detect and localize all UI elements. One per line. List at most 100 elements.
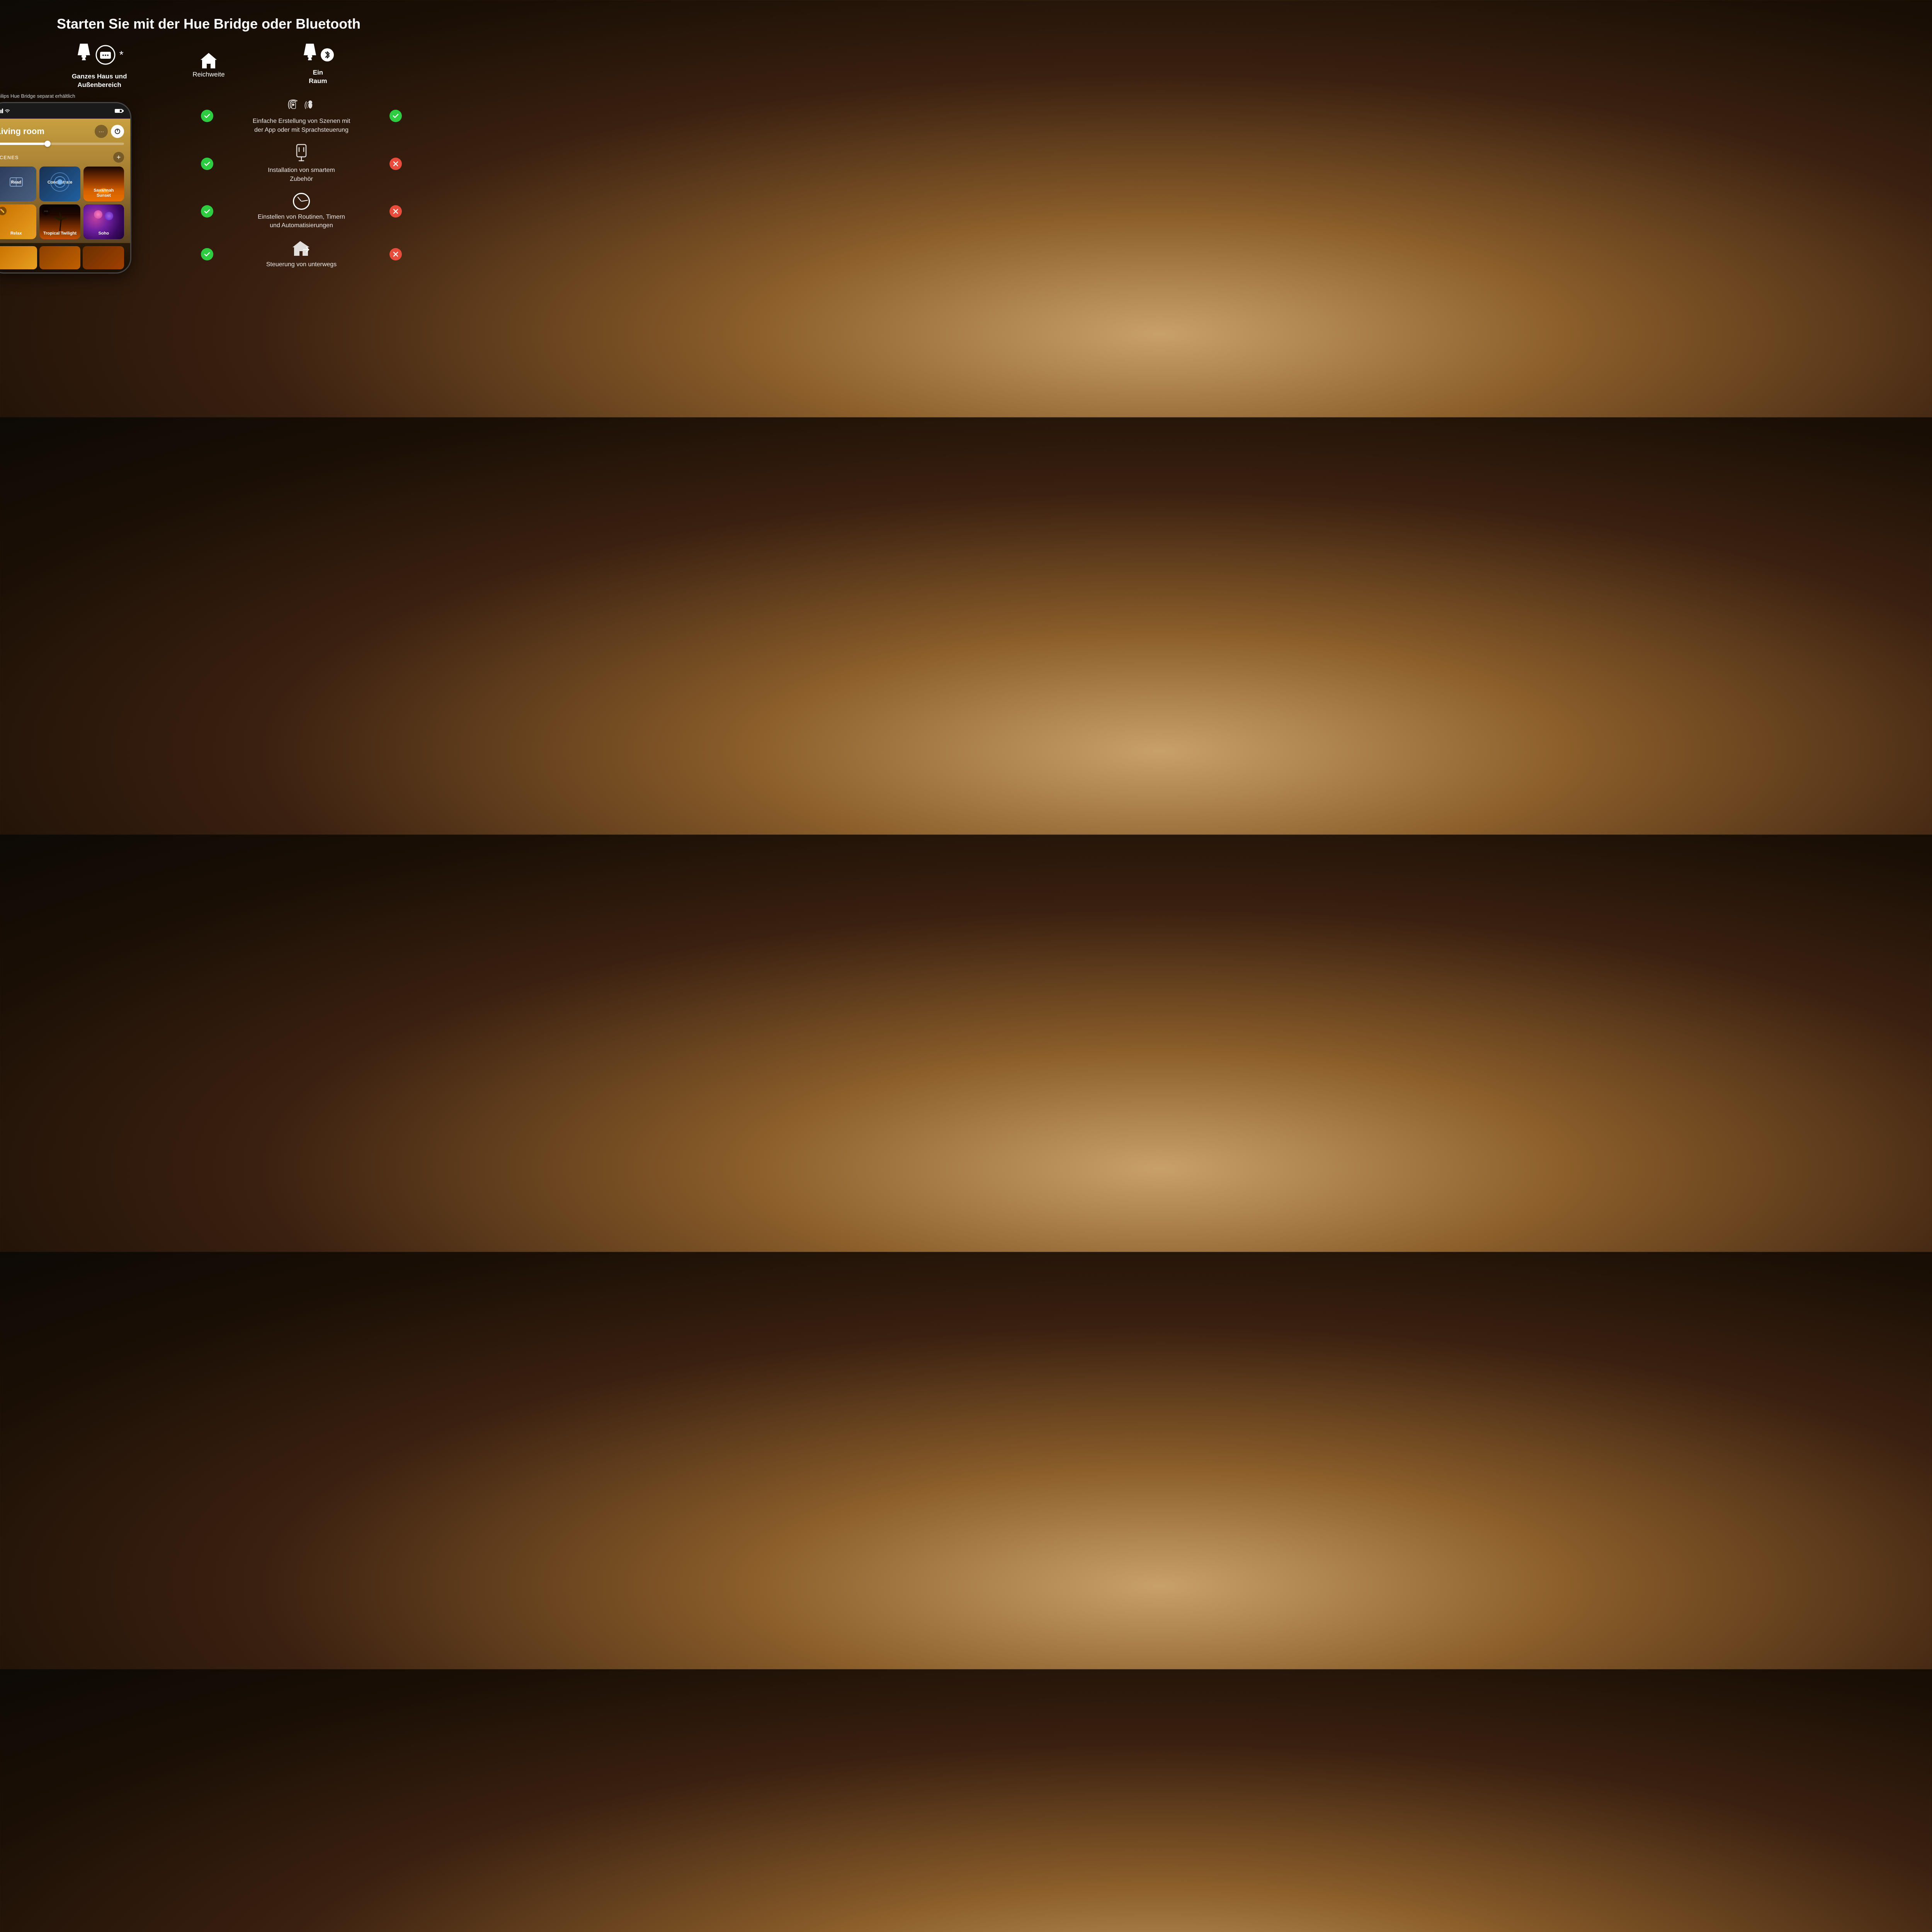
- phone-notch: [43, 107, 82, 115]
- feature-center-4: Steuerung von unterwegs: [220, 240, 383, 269]
- feature-center-1: Einfache Erstellung von Szenen mitder Ap…: [220, 97, 383, 134]
- bt-cross-routines: [389, 205, 402, 218]
- feature-left-check-3: [201, 205, 220, 218]
- bridge-check-routines: [201, 205, 213, 218]
- scenes-label: SCENES: [0, 155, 19, 160]
- scenes-section: SCENES +: [0, 148, 130, 243]
- bar4: [2, 109, 3, 113]
- feature-right-mark-4: [383, 248, 402, 260]
- bottom-scene-1: [0, 246, 37, 269]
- palm-tree-icon: [50, 210, 70, 233]
- signal-area: [0, 109, 10, 113]
- scene-card-soho[interactable]: Soho: [83, 204, 124, 239]
- scene-card-tropical[interactable]: ··· Tropical Twilight: [39, 204, 80, 239]
- bluetooth-icon: [320, 48, 335, 62]
- reach-column: Reichweite: [160, 51, 257, 78]
- scene-card-read[interactable]: Read: [0, 167, 36, 201]
- clock-icon: [293, 193, 310, 210]
- scene-label-savannah: Savannah Sunset: [83, 188, 124, 201]
- status-bar: [0, 103, 130, 119]
- signal-bars: [0, 109, 3, 113]
- remote-home-icon: [292, 240, 311, 257]
- bridge-check-accessories: [201, 158, 213, 170]
- feature-center-3: Einstellen von Routinen, Timernund Autom…: [220, 193, 383, 230]
- feature-desc-4: Steuerung von unterwegs: [266, 260, 337, 269]
- bt-cross-accessories: [389, 158, 402, 170]
- bridge-box-icon: [95, 45, 116, 65]
- scene-card-concentrate[interactable]: Concentrate: [39, 167, 80, 201]
- feature-routines: Einstellen von Routinen, Timernund Autom…: [201, 193, 402, 230]
- content-area: *Philips Hue Bridge separat erhältlich: [0, 93, 417, 356]
- bt-check-scene: [389, 110, 402, 122]
- feature-right-mark-2: [383, 158, 402, 170]
- page-container: Starten Sie mit der Hue Bridge oder Blue…: [0, 0, 417, 417]
- plug-icon: [294, 144, 309, 163]
- bt-icons-row: [301, 44, 335, 66]
- room-power-button[interactable]: [111, 125, 124, 138]
- room-header: Living room ···: [0, 119, 130, 139]
- feature-left-check-1: [201, 110, 220, 122]
- lamp-icon: [75, 44, 92, 66]
- scene-edit-overlay[interactable]: ✏️: [0, 207, 7, 215]
- scenes-grid: Read Concentrate: [0, 167, 124, 239]
- brightness-thumb: [44, 141, 51, 147]
- top-comparison: * Ganzes Haus und Außenbereich Reichweit…: [0, 44, 417, 89]
- concentric-core: [57, 179, 63, 185]
- battery-icon: [115, 109, 122, 113]
- bluetooth-column: Ein Raum: [257, 44, 379, 85]
- phone-bottom-bar: [0, 243, 130, 272]
- bridge-icons-row: *: [75, 44, 124, 66]
- add-scene-button[interactable]: +: [113, 152, 124, 163]
- scene-card-relax[interactable]: ✏️ Relax: [0, 204, 36, 239]
- home-icon: [199, 51, 218, 71]
- battery-fill: [116, 110, 120, 112]
- bridge-check-scene: [201, 110, 213, 122]
- feature-smart-accessories: Installation von smartemZubehör: [201, 144, 402, 184]
- bridge-column: * Ganzes Haus und Außenbereich: [39, 44, 160, 89]
- feature-left-check-4: [201, 248, 220, 260]
- feature-right-mark-3: [383, 205, 402, 218]
- scene-label-relax: Relax: [0, 231, 36, 239]
- phone-screen: Living room ···: [0, 119, 130, 272]
- feature-center-2: Installation von smartemZubehör: [220, 144, 383, 184]
- feature-left-check-2: [201, 158, 220, 170]
- bridge-check-remote: [201, 248, 213, 260]
- nfc-voice-icons: [286, 97, 317, 112]
- feature-desc-1: Einfache Erstellung von Szenen mitder Ap…: [253, 117, 350, 134]
- brightness-fill: [0, 143, 47, 145]
- feature-remote-control: Steuerung von unterwegs: [201, 240, 402, 269]
- feature-scene-creation: Einfache Erstellung von Szenen mitder Ap…: [201, 97, 402, 134]
- wifi-icon: [5, 109, 10, 113]
- room-dots-button[interactable]: ···: [95, 125, 108, 138]
- bluetooth-label: Ein Raum: [309, 68, 327, 85]
- read-icon: [9, 175, 24, 190]
- soho-circles: [94, 210, 113, 220]
- page-title: Starten Sie mit der Hue Bridge oder Blue…: [0, 0, 417, 44]
- features-area: Einfache Erstellung von Szenen mitder Ap…: [170, 93, 417, 286]
- room-controls: ···: [95, 125, 124, 138]
- bottom-scene-3: [83, 246, 124, 269]
- concentrate-circles: [50, 172, 70, 192]
- phone-frame: Living room ···: [0, 102, 131, 274]
- bridge-asterisk: *: [119, 49, 124, 61]
- feature-right-mark-1: [383, 110, 402, 122]
- scene-label-soho: Soho: [83, 231, 124, 239]
- bottom-scene-2: [39, 246, 81, 269]
- scene-label-tropical: Tropical Twilight: [39, 231, 80, 239]
- scene-card-savannah[interactable]: Savannah Sunset: [83, 167, 124, 201]
- bridge-label: Ganzes Haus und Außenbereich: [72, 72, 127, 89]
- bridge-note: *Philips Hue Bridge separat erhältlich: [0, 93, 143, 99]
- reach-label: Reichweite: [192, 71, 224, 78]
- bt-lamp-icon: [301, 44, 318, 66]
- feature-desc-3: Einstellen von Routinen, Timernund Autom…: [258, 213, 345, 230]
- clock-min-hand: [301, 200, 308, 202]
- bar3: [0, 110, 2, 113]
- voice-icon: [303, 97, 317, 112]
- concentric-inner: [54, 176, 66, 188]
- bt-cross-remote: [389, 248, 402, 260]
- room-title: Living room: [0, 126, 44, 136]
- brightness-slider[interactable]: [0, 143, 124, 145]
- phone-container: *Philips Hue Bridge separat erhältlich: [0, 93, 143, 274]
- scenes-header: SCENES +: [0, 152, 124, 163]
- feature-desc-2: Installation von smartemZubehör: [268, 166, 335, 184]
